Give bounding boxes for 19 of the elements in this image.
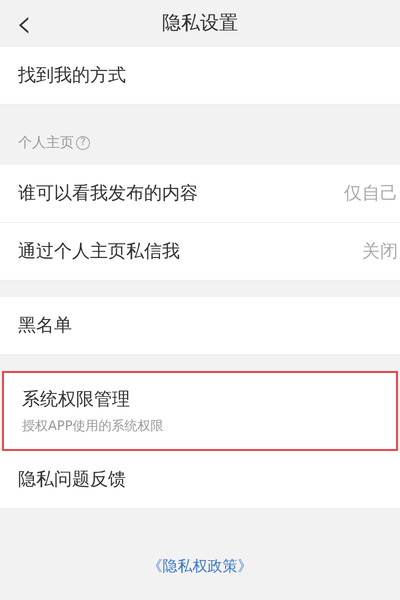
row-value: 关闭 <box>362 240 399 264</box>
row-label: 找到我的方式 <box>18 64 126 88</box>
row-label: 隐私问题反馈 <box>18 468 126 492</box>
settings-row[interactable]: 系统权限管理 授权APP使用的系统权限 <box>2 371 398 451</box>
row-label: 黑名单 <box>18 314 72 338</box>
settings-row[interactable]: 隐私问题反馈 <box>0 451 400 509</box>
row-subtitle: 授权APP使用的系统权限 <box>22 418 164 436</box>
settings-row[interactable]: 找到我的方式 <box>0 47 400 105</box>
back-button[interactable]: ‹ <box>10 0 38 47</box>
row-label: 系统权限管理 <box>22 388 131 412</box>
settings-row[interactable]: 谁可以看我发布的内容 仅自己 <box>0 165 400 223</box>
row-label: 谁可以看我发布的内容 <box>18 182 198 206</box>
section-label: 个人主页 <box>18 134 74 152</box>
page-title: 隐私设置 <box>162 11 238 36</box>
policy-link[interactable]: 《隐私权政策》 <box>148 557 252 575</box>
row-value: 仅自己 <box>344 182 399 206</box>
row-label: 通过个人主页私信我 <box>18 240 180 264</box>
settings-row[interactable]: 黑名单 <box>0 297 400 355</box>
settings-row[interactable]: 通过个人主页私信我 关闭 <box>0 223 400 281</box>
